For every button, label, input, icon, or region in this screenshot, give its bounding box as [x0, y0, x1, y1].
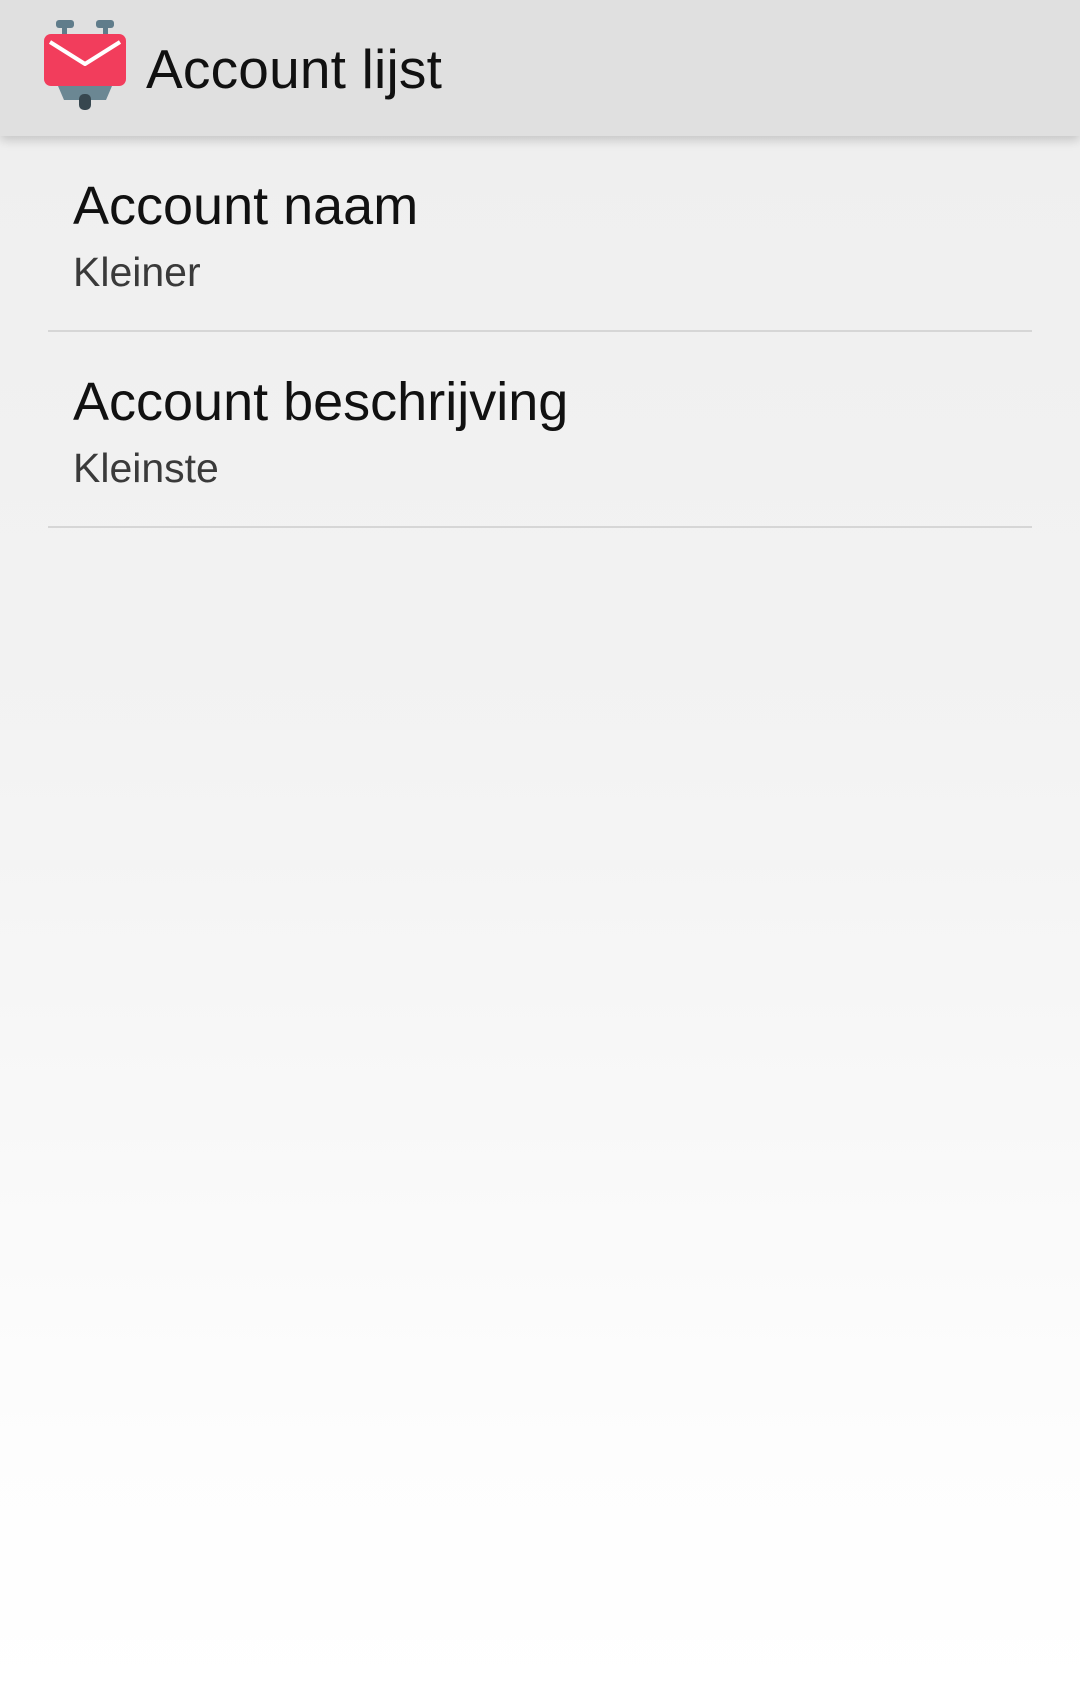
- preference-title: Account beschrijving: [73, 372, 569, 432]
- preference-summary: Kleiner: [73, 249, 201, 295]
- account-name-preference[interactable]: Account naam Kleiner: [48, 136, 1032, 332]
- page-title: Account lijst: [146, 38, 443, 100]
- preference-summary: Kleinste: [73, 445, 219, 491]
- preference-title: Account naam: [73, 176, 419, 236]
- k9-mail-icon: [44, 20, 126, 112]
- preference-list: Account naam Kleiner Account beschrijvin…: [0, 136, 1080, 528]
- account-description-preference[interactable]: Account beschrijving Kleinste: [48, 332, 1032, 528]
- app-bar: Account lijst: [0, 0, 1080, 136]
